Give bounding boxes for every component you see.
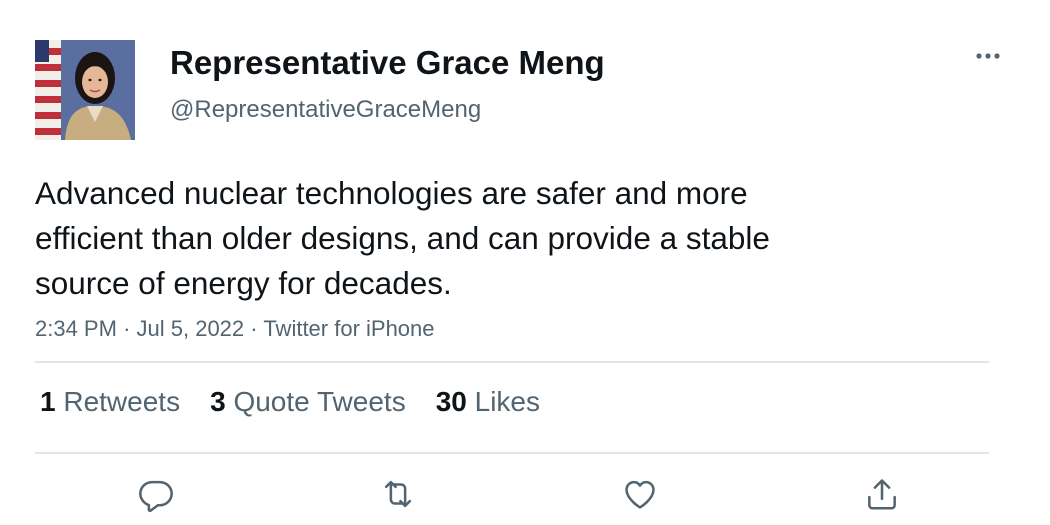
avatar-image: [35, 40, 135, 140]
more-options-button[interactable]: [970, 44, 1008, 68]
action-bar: [0, 472, 1050, 516]
reply-icon: [139, 480, 173, 513]
likes-count: 30: [435, 386, 467, 417]
retweets-label: Retweets: [63, 386, 181, 417]
avatar[interactable]: [35, 40, 135, 140]
likes-label: Likes: [474, 386, 541, 417]
quote-tweets-count: 3: [210, 386, 226, 417]
retweets-count: 1: [40, 386, 56, 417]
tweet-metadata: 2:34 PM · Jul 5, 2022 · Twitter for iPho…: [35, 316, 435, 342]
more-dots-icon: [976, 53, 1000, 59]
tweet-text-line: efficient than older designs, and can pr…: [35, 220, 770, 256]
author-handle[interactable]: @RepresentativeGraceMeng: [170, 96, 481, 124]
reply-button[interactable]: [134, 472, 178, 516]
tweet-text-line: source of energy for decades.: [35, 265, 452, 301]
author-display-name[interactable]: Representative Grace Meng: [170, 44, 605, 82]
tweet-card: Representative Grace Meng @Representativ…: [0, 0, 1050, 525]
like-button[interactable]: [618, 472, 662, 516]
engagement-stats: 1 Retweets 3 Quote Tweets 30 Likes: [40, 386, 540, 418]
tweet-date[interactable]: Jul 5, 2022: [137, 316, 245, 341]
meta-separator: ·: [123, 316, 131, 341]
tweet-text-line: Advanced nuclear technologies are safer …: [35, 175, 748, 211]
retweets-stat[interactable]: 1 Retweets: [40, 386, 180, 418]
quote-tweets-stat[interactable]: 3 Quote Tweets: [210, 386, 406, 418]
tweet-source[interactable]: Twitter for iPhone: [263, 316, 434, 341]
divider: [35, 361, 989, 363]
tweet-text: Advanced nuclear technologies are safer …: [35, 171, 935, 306]
retweet-button[interactable]: [376, 472, 420, 516]
quote-tweets-label: Quote Tweets: [233, 386, 406, 417]
divider: [35, 452, 989, 454]
likes-stat[interactable]: 30 Likes: [436, 386, 540, 418]
share-icon: [868, 479, 896, 510]
share-button[interactable]: [860, 472, 904, 516]
retweet-icon: [384, 480, 412, 508]
heart-icon: [625, 480, 655, 509]
tweet-time[interactable]: 2:34 PM: [35, 316, 117, 341]
meta-separator: ·: [250, 316, 258, 341]
